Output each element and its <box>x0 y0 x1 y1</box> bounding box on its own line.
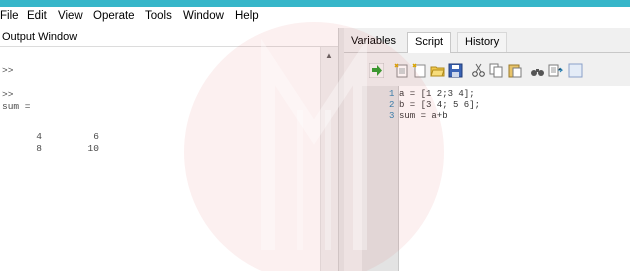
tab-variables[interactable]: Variables <box>344 32 403 52</box>
menu-window[interactable]: Window <box>183 10 224 22</box>
more-icon[interactable] <box>568 63 583 78</box>
code-line[interactable]: sum = a+b <box>399 111 448 121</box>
menu-bar: File Edit View Operate Tools Window Help <box>0 7 630 28</box>
replace-icon[interactable] <box>548 63 563 78</box>
output-line: sum = <box>2 101 31 112</box>
menu-help[interactable]: Help <box>235 10 259 22</box>
code-line[interactable]: b = [3 4; 5 6]; <box>399 100 480 110</box>
line-number: 3 <box>389 111 395 121</box>
script-toolbar <box>344 53 630 86</box>
paste-icon[interactable] <box>507 63 522 78</box>
output-window-header: Output Window <box>0 28 338 47</box>
scroll-up-icon[interactable]: ▲ <box>325 51 333 60</box>
menu-view[interactable]: View <box>58 10 83 22</box>
cut-icon[interactable] <box>471 63 486 78</box>
menu-operate[interactable]: Operate <box>93 10 135 22</box>
output-result-row: 8 10 <box>2 143 99 154</box>
output-line: >> <box>2 89 14 100</box>
new-script-icon[interactable] <box>394 63 409 78</box>
save-icon[interactable] <box>448 63 463 78</box>
output-window-pane[interactable]: >> >> sum = 4 6 8 10 <box>0 47 320 271</box>
window-title-bar <box>0 0 630 7</box>
right-pane-tabs: Variables Script History <box>344 28 630 53</box>
output-line: >> <box>2 65 14 76</box>
tab-script[interactable]: Script <box>407 32 452 53</box>
new-file-icon[interactable] <box>412 63 427 78</box>
output-scrollbar[interactable]: ▲ <box>320 47 338 271</box>
run-icon[interactable] <box>369 63 384 78</box>
menu-tools[interactable]: Tools <box>145 10 172 22</box>
line-number: 1 <box>389 89 395 99</box>
copy-icon[interactable] <box>489 63 504 78</box>
open-folder-icon[interactable] <box>430 63 445 78</box>
menu-edit[interactable]: Edit <box>27 10 47 22</box>
line-number: 2 <box>389 100 395 110</box>
menu-file[interactable]: File <box>0 10 19 22</box>
output-window-title: Output Window <box>2 31 78 43</box>
tab-history[interactable]: History <box>457 32 508 52</box>
find-icon[interactable] <box>530 63 545 78</box>
output-result-row: 4 6 <box>2 131 99 142</box>
code-line[interactable]: a = [1 2;3 4]; <box>399 89 475 99</box>
